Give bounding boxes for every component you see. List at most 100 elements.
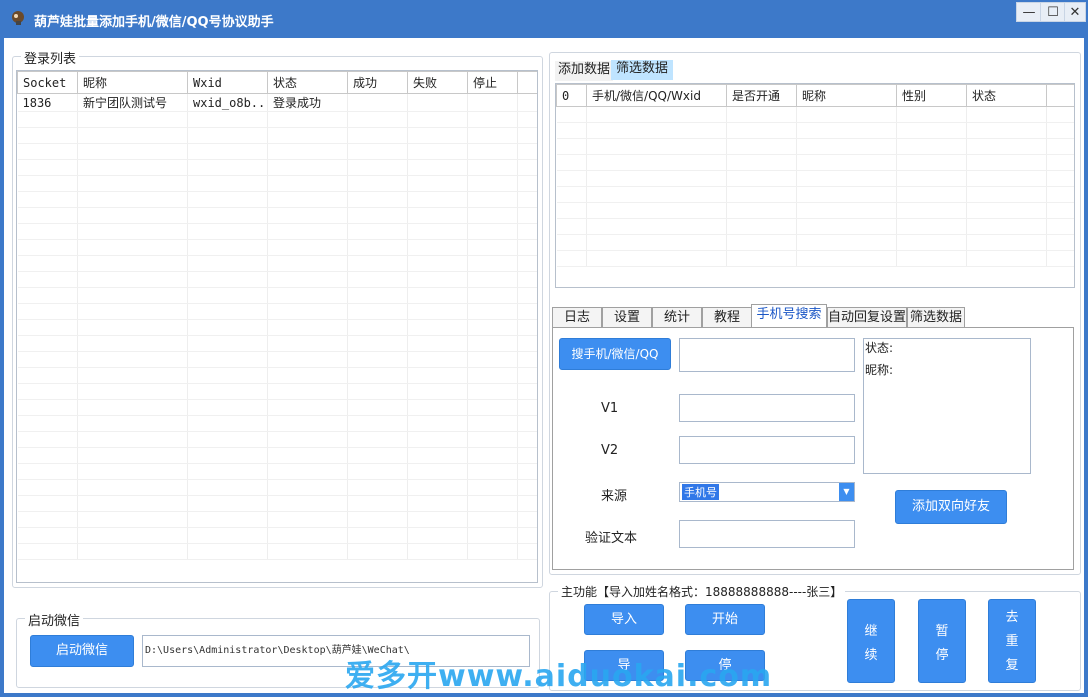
column-header[interactable]: 昵称	[77, 71, 188, 94]
tab-filter[interactable]: 筛选数据	[907, 307, 965, 328]
empty-cell	[77, 319, 188, 336]
tab-settings[interactable]: 设置	[602, 307, 652, 328]
empty-cell	[407, 527, 468, 544]
window-title: 葫芦娃批量添加手机/微信/QQ号协议助手	[34, 15, 274, 30]
empty-cell	[556, 202, 587, 219]
empty-cell	[187, 175, 268, 192]
column-header[interactable]: 状态	[267, 71, 348, 94]
empty-cell	[467, 463, 518, 480]
column-header[interactable]: 失败	[407, 71, 468, 94]
empty-row	[17, 319, 537, 336]
empty-cell	[517, 463, 537, 480]
empty-cell	[187, 495, 268, 512]
empty-cell	[1046, 170, 1074, 187]
column-header[interactable]: 成功	[347, 71, 408, 94]
launch-wechat-button[interactable]: 启动微信	[30, 635, 134, 667]
column-header[interactable]: 状态	[966, 84, 1047, 107]
table-row[interactable]: 1836 新宁团队测试号 wxid_o8b... 登录成功	[17, 93, 537, 112]
add-mutual-friend-button[interactable]: 添加双向好友	[895, 490, 1007, 524]
empty-cell	[1046, 186, 1074, 203]
empty-cell	[556, 186, 587, 203]
empty-row	[17, 479, 537, 496]
status-label: 状态:	[865, 341, 894, 355]
search-phone-button[interactable]: 搜手机/微信/QQ	[559, 338, 671, 370]
tab-stats[interactable]: 统计	[652, 307, 702, 328]
empty-cell	[726, 122, 797, 139]
empty-cell	[467, 143, 518, 160]
dedup-button[interactable]: 去 重 复	[988, 599, 1036, 683]
empty-cell	[467, 271, 518, 288]
source-select[interactable]: 手机号 ▼	[679, 482, 855, 502]
empty-row	[17, 223, 537, 240]
empty-cell	[517, 143, 537, 160]
tab-tutorial[interactable]: 教程	[702, 307, 752, 328]
empty-cell	[187, 511, 268, 528]
verify-text-field[interactable]	[679, 520, 855, 548]
pause-button[interactable]: 暂 停	[918, 599, 966, 683]
empty-cell	[267, 367, 348, 384]
v2-label: V2	[601, 443, 619, 458]
empty-cell	[556, 170, 587, 187]
chevron-down-icon[interactable]: ▼	[839, 483, 854, 501]
empty-cell	[77, 543, 188, 560]
empty-cell	[267, 127, 348, 144]
import-button[interactable]: 导入	[584, 604, 664, 635]
table-cell: 1836	[17, 93, 78, 112]
tab-add-data[interactable]: 添加数据	[555, 61, 614, 81]
column-header[interactable]: 停止	[467, 71, 518, 94]
empty-cell	[467, 447, 518, 464]
continue-button[interactable]: 继 续	[847, 599, 895, 683]
search-input[interactable]	[679, 338, 855, 372]
empty-cell	[896, 218, 967, 235]
empty-cell	[467, 111, 518, 128]
v1-field[interactable]	[679, 394, 855, 422]
empty-row	[17, 367, 537, 384]
column-header[interactable]: 手机/微信/QQ/Wxid	[586, 84, 727, 107]
maximize-icon[interactable]: ☐	[1040, 2, 1066, 22]
empty-cell	[517, 543, 537, 560]
empty-cell	[796, 138, 897, 155]
column-header[interactable]: 0	[556, 84, 587, 107]
empty-cell	[17, 447, 78, 464]
start-button[interactable]: 开始	[685, 604, 765, 635]
empty-cell	[17, 495, 78, 512]
v2-field[interactable]	[679, 436, 855, 464]
column-header[interactable]: Wxid	[187, 71, 268, 94]
empty-cell	[267, 511, 348, 528]
empty-cell	[187, 479, 268, 496]
empty-cell	[966, 234, 1047, 251]
tab-filter-data[interactable]: 筛选数据	[611, 60, 674, 80]
empty-cell	[347, 495, 408, 512]
empty-cell	[17, 431, 78, 448]
empty-cell	[17, 399, 78, 416]
empty-cell	[187, 383, 268, 400]
login-list-table[interactable]: Socket 昵称 Wxid 状态 成功 失败 停止 1836 新宁团队测试号 …	[16, 70, 538, 583]
data-table[interactable]: 0 手机/微信/QQ/Wxid 是否开通 昵称 性别 状态	[555, 83, 1075, 288]
column-header[interactable]: Socket	[17, 71, 78, 94]
tab-phone-search[interactable]: 手机号搜索	[751, 304, 827, 328]
empty-cell	[896, 186, 967, 203]
title-bar: 葫芦娃批量添加手机/微信/QQ号协议助手 — ☐ ✕	[0, 0, 1088, 38]
empty-cell	[896, 154, 967, 171]
empty-cell	[517, 255, 537, 272]
empty-cell	[517, 479, 537, 496]
empty-cell	[407, 143, 468, 160]
empty-cell	[796, 250, 897, 267]
empty-cell	[407, 383, 468, 400]
empty-cell	[187, 463, 268, 480]
empty-cell	[267, 527, 348, 544]
empty-cell	[966, 154, 1047, 171]
minimize-icon[interactable]: —	[1016, 2, 1042, 22]
column-header[interactable]: 性别	[896, 84, 967, 107]
column-header[interactable]: 昵称	[796, 84, 897, 107]
empty-row	[556, 122, 1074, 139]
column-header[interactable]: 是否开通	[726, 84, 797, 107]
empty-cell	[187, 271, 268, 288]
nickname-label: 昵称:	[865, 363, 894, 377]
empty-row	[17, 143, 537, 160]
tab-log[interactable]: 日志	[552, 307, 602, 328]
empty-cell	[347, 447, 408, 464]
close-icon[interactable]: ✕	[1064, 2, 1086, 22]
tab-auto-reply[interactable]: 自动回复设置	[827, 307, 907, 328]
empty-cell	[407, 159, 468, 176]
